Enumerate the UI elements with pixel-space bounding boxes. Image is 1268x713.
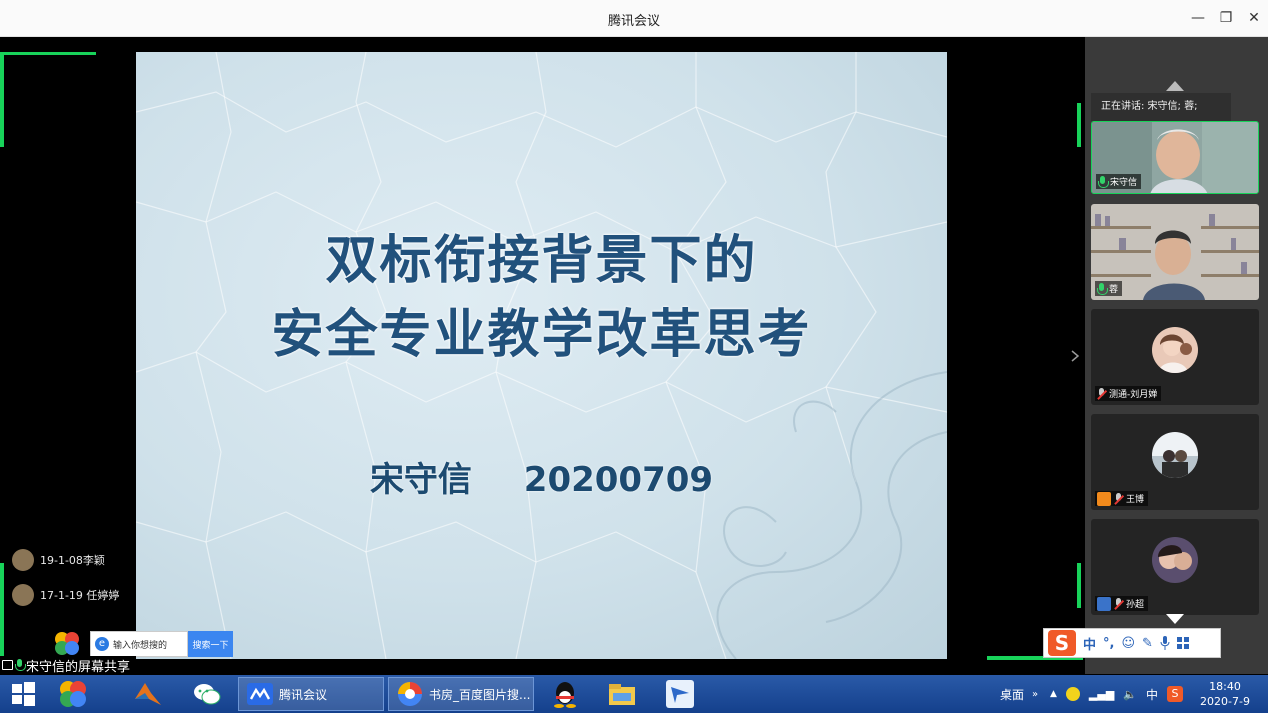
ime-toolbar: S 中 °, ☺ ✎ — [1043, 628, 1221, 658]
window-title: 腾讯会议 — [607, 14, 660, 29]
presentation-slide: 双标衔接背景下的 安全专业教学改革思考 宋守信 20200709 — [136, 52, 947, 659]
sogou-tray-icon[interactable]: S — [1167, 686, 1184, 702]
chat-message: 19-1-08李颖 — [12, 549, 105, 571]
chat-message-text: 19-1-08李颖 — [40, 554, 105, 567]
slide-date: 20200709 — [523, 460, 714, 500]
network-icon[interactable]: ▂▄▆ — [1089, 688, 1114, 701]
dragon-motif — [716, 371, 947, 659]
participant-avatar — [1152, 432, 1198, 478]
windows-start-icon[interactable] — [8, 679, 38, 709]
chat-message: 17-1-19 任婷婷 — [12, 584, 119, 606]
windows-taskbar: 腾讯会议 书房_百度图片搜... 桌面 » ▲ ▂▄▆ 🔈 中 S 18:40 … — [0, 675, 1268, 713]
participant-name: 孙超 — [1126, 600, 1145, 610]
stage-corner-right-lower — [1077, 563, 1081, 608]
mic-muted-icon — [1114, 492, 1123, 505]
participant-tile[interactable]: 王博 — [1091, 414, 1259, 510]
toolbar-expand-icon[interactable]: » — [1032, 689, 1038, 700]
wechat-icon[interactable] — [192, 679, 222, 709]
person-icon — [1097, 596, 1111, 611]
participant-name: 宋守信 — [1110, 178, 1138, 188]
ime-mode-toggle[interactable]: 中 — [1083, 634, 1096, 653]
mic-muted-icon — [1114, 597, 1123, 610]
emoji-icon[interactable]: ☺ — [1121, 636, 1135, 651]
chat-message-text: 17-1-19 任婷婷 — [40, 589, 120, 602]
file-explorer-icon[interactable] — [607, 679, 637, 709]
voice-input-icon[interactable] — [1160, 636, 1170, 650]
mail-app-icon[interactable] — [665, 679, 695, 709]
speaking-indicator: 正在讲话: 宋守信; 蓉; — [1091, 93, 1231, 121]
mic-on-icon — [1098, 175, 1109, 188]
participant-tile[interactable]: 宋守信 — [1091, 121, 1259, 194]
slide-title-line-2: 安全专业教学改革思考 — [271, 305, 812, 365]
person-icon — [1097, 491, 1111, 506]
task-label: 书房_百度图片搜... — [429, 687, 531, 702]
close-icon[interactable]: ✕ — [1243, 8, 1265, 28]
restore-icon[interactable]: ❐ — [1215, 8, 1237, 28]
participant-name: 测通-刘月婵 — [1109, 390, 1158, 400]
ie-icon: e — [95, 637, 109, 651]
slide-title-line-1: 双标衔接背景下的 — [325, 231, 758, 291]
browser-launcher-icon[interactable] — [58, 679, 88, 709]
screen-share-text: 宋守信的屏幕共享 — [26, 659, 131, 675]
mic-on-icon — [1097, 282, 1108, 295]
task-label: 腾讯会议 — [279, 687, 328, 702]
ime-punct-toggle[interactable]: °, — [1103, 636, 1114, 651]
show-hidden-icons-icon[interactable]: ▲ — [1050, 689, 1057, 699]
tray-app-icon[interactable] — [1065, 687, 1080, 701]
tencent-meeting-icon — [247, 683, 273, 705]
participant-avatar — [1152, 537, 1198, 583]
system-tray: ▲ ▂▄▆ 🔈 中 S — [1050, 675, 1184, 713]
ime-indicator[interactable]: 中 — [1146, 686, 1158, 703]
title-bar: 腾讯会议 — ❐ ✕ — [0, 0, 1268, 37]
stage-corner-top-right — [1077, 103, 1081, 147]
search-placeholder: 输入你想搜的 — [113, 640, 168, 651]
volume-icon[interactable]: 🔈 — [1123, 688, 1137, 701]
desktop-toolbar[interactable]: 桌面 » — [1000, 675, 1038, 713]
participant-name-tag: 测通-刘月婵 — [1095, 386, 1162, 401]
user-avatar — [12, 584, 34, 606]
mic-muted-icon — [1097, 387, 1106, 400]
participant-name: 王博 — [1126, 495, 1145, 505]
stage-corner-bottom-left — [0, 563, 4, 658]
screen-share-label: 宋守信的屏幕共享 — [0, 656, 137, 675]
participant-name: 蓉 — [1109, 285, 1119, 295]
search-input[interactable]: e 输入你想搜的 — [90, 631, 188, 657]
taskbar-task-tencent-meeting[interactable]: 腾讯会议 — [238, 677, 384, 711]
clock[interactable]: 18:40 2020-7-9 — [1195, 679, 1255, 709]
user-avatar — [12, 549, 34, 571]
pen-icon[interactable]: ✎ — [1142, 636, 1153, 651]
participant-avatar — [1152, 327, 1198, 373]
participant-tile[interactable]: 蓉 — [1091, 204, 1259, 300]
clock-time: 18:40 — [1209, 680, 1241, 693]
browser-icon — [398, 682, 422, 706]
slide-byline: 宋守信 20200709 — [136, 452, 947, 501]
participant-name-tag: 孙超 — [1095, 596, 1149, 611]
qq-icon[interactable] — [550, 679, 580, 709]
stage-corner-top-left — [0, 52, 96, 55]
stage-corner-top-left-v — [0, 52, 4, 147]
browser-logo-icon[interactable] — [54, 631, 80, 655]
panel-expand-icon[interactable] — [1071, 350, 1079, 362]
matlab-icon[interactable] — [133, 679, 163, 709]
minimize-icon[interactable]: — — [1187, 8, 1209, 28]
search-button[interactable]: 搜索一下 — [188, 631, 233, 657]
mic-icon — [15, 659, 26, 671]
scroll-up-icon[interactable] — [1166, 81, 1184, 91]
participant-name-tag: 宋守信 — [1096, 174, 1142, 189]
slide-author: 宋守信 — [369, 460, 472, 500]
clock-date: 2020-7-9 — [1200, 695, 1250, 708]
scroll-down-icon[interactable] — [1166, 614, 1184, 624]
desktop-label: 桌面 — [1000, 687, 1025, 702]
sogou-logo-icon[interactable]: S — [1048, 630, 1076, 656]
participant-tile[interactable]: 测通-刘月婵 — [1091, 309, 1259, 405]
participant-tile[interactable]: 孙超 — [1091, 519, 1259, 615]
toolbox-grid-icon[interactable] — [1176, 637, 1189, 649]
screen-share-icon — [2, 660, 13, 670]
participant-name-tag: 王博 — [1095, 491, 1149, 506]
taskbar-task-browser[interactable]: 书房_百度图片搜... — [388, 677, 534, 711]
participant-name-tag: 蓉 — [1095, 281, 1123, 296]
